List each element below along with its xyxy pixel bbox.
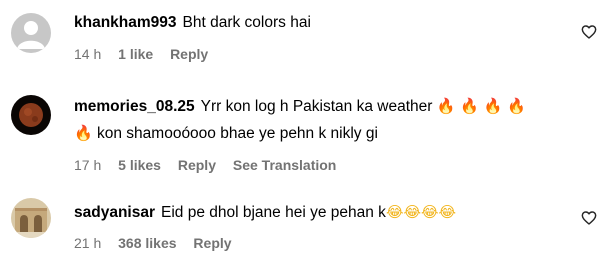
comment-time: 17 h [74,157,102,173]
comment-time: 14 h [74,46,102,62]
comment-meta: 21 h 368 likes Reply [74,234,567,252]
avatar-building[interactable] [11,198,51,238]
fire-emoji: 🔥 [74,124,93,142]
comment-text: Eid pe dhol bjane hei ye pehan k [161,204,386,221]
comment-text: kon shamooóooo bhae ye pehn k nikly gi [97,125,378,142]
avatar-default[interactable] [11,13,51,53]
comment-text: Bht dark colors hai [182,14,311,31]
default-avatar-icon [11,13,51,53]
likes-count[interactable]: 368 likes [118,235,176,251]
comment-text-line: sadyanisar Eid pe dhol bjane hei ye pehan… [74,199,567,226]
comments-list: khankham993 Bht dark colors hai 14 h 1 li… [0,0,607,258]
laughing-emoji-group: 😂😂😂😂 [385,203,457,221]
comment-username[interactable]: khankham993 [74,14,177,31]
likes-count[interactable]: 5 likes [118,157,161,173]
like-heart-icon[interactable] [581,210,597,226]
comment-time: 21 h [74,235,102,251]
comment-meta: 17 h 5 likes Reply See Translation [74,156,567,174]
comment-text-line: khankham993 Bht dark colors hai [74,10,567,36]
comment-meta: 14 h 1 like Reply [74,45,567,63]
comment-text-line: memories_08.25 Yrr kon log h Pakistan ka … [74,93,567,120]
reply-button[interactable]: Reply [170,46,208,62]
likes-count[interactable]: 1 like [118,46,153,62]
comment-text-line: 🔥 kon shamooóooo bhae ye pehn k nikly gi [74,120,567,147]
building-avatar-image [11,198,51,238]
reply-button[interactable]: Reply [178,157,216,173]
moon-avatar-image [11,95,51,135]
avatar-moon[interactable] [11,95,51,135]
reply-button[interactable]: Reply [193,235,231,251]
comment-username[interactable]: memories_08.25 [74,98,195,115]
see-translation-button[interactable]: See Translation [233,157,336,173]
fire-emoji-group: 🔥 🔥 🔥 🔥 [436,97,526,115]
comment-text: Yrr kon log h Pakistan ka weather [200,98,433,115]
like-heart-icon[interactable] [581,24,597,40]
comment-username[interactable]: sadyanisar [74,204,155,221]
